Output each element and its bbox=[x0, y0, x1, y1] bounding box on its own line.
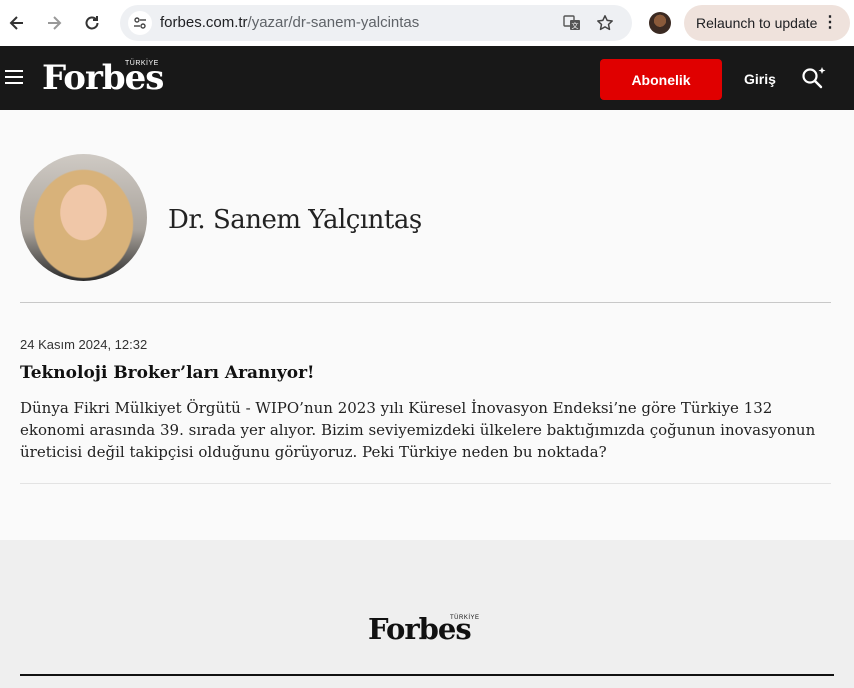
bookmark-star-icon[interactable] bbox=[595, 13, 615, 33]
browser-toolbar: forbes.com.tr/yazar/dr-sanem-yalcintas 文… bbox=[0, 0, 854, 46]
subscribe-button[interactable]: Abonelik bbox=[600, 59, 722, 100]
address-bar[interactable]: forbes.com.tr/yazar/dr-sanem-yalcintas 文 bbox=[120, 5, 632, 41]
site-info-icon[interactable] bbox=[128, 11, 152, 35]
author-divider bbox=[20, 302, 831, 303]
search-icon[interactable] bbox=[800, 64, 828, 92]
url-host: forbes.com.tr bbox=[160, 14, 248, 31]
article-excerpt[interactable]: Dünya Fikri Mülkiyet Örgütü - WIPO’nun 2… bbox=[20, 397, 836, 463]
footer-logo-sub: TÜRKİYE bbox=[450, 615, 480, 621]
article-divider bbox=[20, 483, 831, 484]
profile-avatar[interactable] bbox=[649, 12, 671, 34]
translate-icon[interactable]: 文 bbox=[562, 13, 582, 33]
forward-icon[interactable] bbox=[41, 10, 67, 36]
author-photo bbox=[20, 154, 147, 281]
relaunch-label: Relaunch to update bbox=[696, 15, 818, 31]
article-date: 24 Kasım 2024, 12:32 bbox=[20, 337, 148, 352]
author-name: Dr. Sanem Yalçıntaş bbox=[168, 205, 422, 235]
back-icon[interactable] bbox=[4, 10, 30, 36]
site-header: Forbes TÜRKİYE Abonelik Giriş bbox=[0, 46, 854, 110]
url-path: /yazar/dr-sanem-yalcintas bbox=[247, 14, 420, 31]
article-title[interactable]: Teknoloji Broker’ları Aranıyor! bbox=[20, 363, 315, 383]
forbes-logo-sub: TÜRKİYE bbox=[125, 60, 159, 67]
site-footer: Forbes TÜRKİYE bbox=[0, 540, 854, 688]
footer-divider bbox=[20, 674, 834, 676]
relaunch-button[interactable]: Relaunch to update ⋮ bbox=[684, 5, 850, 41]
url-text: forbes.com.tr/yazar/dr-sanem-yalcintas bbox=[160, 14, 419, 31]
login-link[interactable]: Giriş bbox=[744, 71, 776, 87]
svg-text:文: 文 bbox=[572, 21, 579, 30]
reload-icon[interactable] bbox=[79, 10, 105, 36]
more-vertical-icon[interactable]: ⋮ bbox=[822, 13, 838, 33]
hamburger-menu-icon[interactable] bbox=[5, 70, 23, 84]
